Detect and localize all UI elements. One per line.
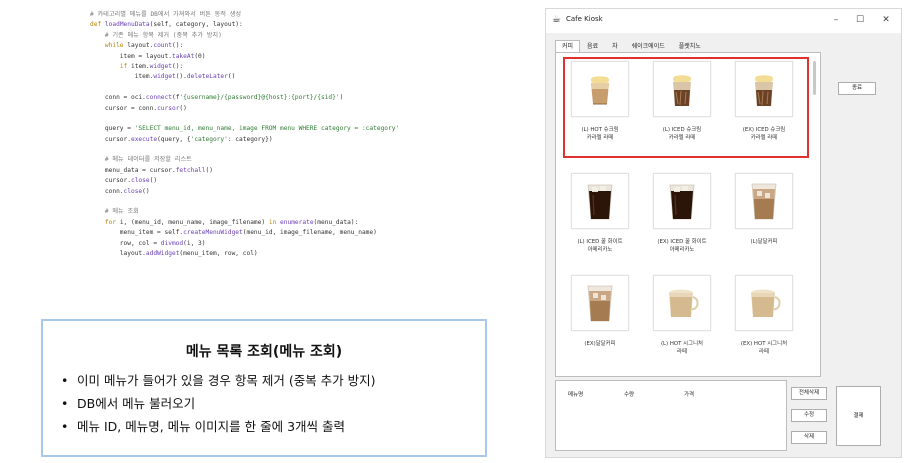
menu-item[interactable]: (EX)달달커피 xyxy=(568,275,632,349)
code-line: cursor.execute(query, {'category': categ… xyxy=(90,135,273,143)
menu-item-image[interactable] xyxy=(571,173,629,229)
menu-item-image[interactable] xyxy=(735,61,793,117)
order-header-name: 메뉴명 xyxy=(568,392,584,398)
code-line: conn.close() xyxy=(90,187,150,195)
menu-item[interactable]: (L) ICED 슈크림 카라멜 라떼 xyxy=(650,61,714,142)
summary-item: • 이미 메뉴가 들어가 있을 경우 항목 제거 (중복 추가 방지) xyxy=(61,369,485,392)
menu-item-image[interactable] xyxy=(571,275,629,331)
category-tabs: 커피 음료 차 쉐이크에이드 플랫치노 xyxy=(555,40,708,52)
summary-list: • 이미 메뉴가 들어가 있을 경우 항목 제거 (중복 추가 방지) • DB에서… xyxy=(61,369,485,438)
menu-item[interactable]: (EX) ICED 슈크림 카라멜 라떼 xyxy=(732,61,796,142)
menu-item-label: (L) HOT 슈크림 카라멜 라떼 xyxy=(581,127,619,141)
menu-item-label: (EX) HOT 시그니처 라떼 xyxy=(740,341,788,355)
code-line: while layout.count(): xyxy=(104,42,184,50)
code-line: row, col = divmod(i, 3) xyxy=(90,239,206,247)
menu-item[interactable]: (L) ICED 꿀 화이트 아메리카노 xyxy=(568,173,632,254)
bullet: • xyxy=(61,373,69,388)
tab-coffee[interactable]: 커피 xyxy=(555,40,581,52)
menu-item-image[interactable] xyxy=(735,173,793,229)
order-header-qty: 수량 xyxy=(624,392,635,398)
code-line: # 메뉴 데이터를 저장할 리스트 xyxy=(90,156,192,164)
coffee-cup-icon: ☕ xyxy=(552,14,561,25)
scrollbar[interactable] xyxy=(813,61,816,95)
menu-item[interactable]: (L) HOT 슈크림 카라멜 라떼 xyxy=(568,61,632,142)
bullet: • xyxy=(61,396,69,411)
menu-grid-panel: (L) HOT 슈크림 카라멜 라떼 (L) ICED 슈크림 카라멜 라떼 (EX… xyxy=(555,52,821,377)
tab-tea[interactable]: 차 xyxy=(605,40,625,52)
code-line: cursor.close() xyxy=(90,177,158,185)
code-line: if item.widget(): xyxy=(119,62,184,70)
menu-item-image[interactable] xyxy=(571,61,629,117)
summary-item: • 메뉴 ID, 메뉴명, 메뉴 이미지를 한 줄에 3개씩 출력 xyxy=(61,415,485,438)
menu-item-label: (L) ICED 슈크림 카라멜 라떼 xyxy=(662,127,702,141)
summary-item-text: DB에서 메뉴 불러오기 xyxy=(77,396,196,411)
menu-item-label: (L) ICED 꿀 화이트 아메리카노 xyxy=(577,239,623,253)
code-line: item = layout.takeAt(0) xyxy=(90,52,206,60)
menu-item-label: (EX) ICED 꿀 화이트 아메리카노 xyxy=(657,239,707,253)
code-line: query = 'SELECT menu_id, menu_name, imag… xyxy=(90,125,400,133)
code-line: # 카테고리별 메뉴를 DB에서 가져와서 버튼 동적 생성 xyxy=(90,11,242,18)
delete-all-button[interactable]: 전체삭제 xyxy=(791,387,827,400)
tab-shake-ade[interactable]: 쉐이크에이드 xyxy=(625,40,672,52)
order-list: 메뉴명 수량 가격 xyxy=(555,380,787,451)
code-line: def loadMenuData(self, category, layout)… xyxy=(90,21,243,29)
delete-button[interactable]: 삭제 xyxy=(791,431,827,444)
code-line: menu_item = self.createMenuWidget(menu_i… xyxy=(90,229,377,237)
exit-button[interactable]: 종료 xyxy=(838,82,876,95)
menu-item-image[interactable] xyxy=(735,275,793,331)
title-bar: ☕ Cafe Kiosk – ☐ ✕ xyxy=(546,9,901,33)
code-line: # 기존 메뉴 항목 제거 (중복 추가 방지) xyxy=(90,31,222,39)
menu-item-label: (EX) ICED 슈크림 카라멜 라떼 xyxy=(742,127,786,141)
menu-item-label: (L)달달커피 xyxy=(750,239,778,245)
minimize-button[interactable]: – xyxy=(826,12,846,28)
bullet: • xyxy=(61,419,69,434)
order-header-price: 가격 xyxy=(684,392,695,398)
code-line: menu_data = cursor.fetchall() xyxy=(90,166,213,174)
menu-item-label: (L) HOT 시그니처 라떼 xyxy=(660,341,704,355)
code-listing: # 카테고리별 메뉴를 DB에서 가져와서 버튼 동적 생성 def loadMe… xyxy=(90,10,530,259)
code-line: cursor = conn.cursor() xyxy=(90,104,187,112)
menu-item[interactable]: (L) HOT 시그니처 라떼 xyxy=(650,275,714,356)
edit-button[interactable]: 수정 xyxy=(791,409,827,422)
summary-item: • DB에서 메뉴 불러오기 xyxy=(61,392,485,415)
code-line: layout.addWidget(menu_item, row, col) xyxy=(90,249,258,257)
menu-item-image[interactable] xyxy=(653,173,711,229)
code-line: conn = oci.connect(f'{username}/{passwor… xyxy=(90,94,344,102)
menu-item[interactable]: (EX) ICED 꿀 화이트 아메리카노 xyxy=(650,173,714,254)
code-line: for i, (menu_id, menu_name, image_filena… xyxy=(104,218,359,226)
menu-item[interactable]: (L)달달커피 xyxy=(732,173,796,247)
summary-item-text: 이미 메뉴가 들어가 있을 경우 항목 제거 (중복 추가 방지) xyxy=(77,373,376,388)
code-line: # 메뉴 조회 xyxy=(90,208,139,216)
summary-title: 메뉴 목록 조회(메뉴 조회) xyxy=(185,344,343,360)
kiosk-window: ☕ Cafe Kiosk – ☐ ✕ 커피 음료 차 쉐이크에이드 플랫치노 (… xyxy=(545,8,902,458)
menu-item-image[interactable] xyxy=(653,61,711,117)
menu-item-image[interactable] xyxy=(653,275,711,331)
summary-item-text: 메뉴 ID, 메뉴명, 메뉴 이미지를 한 줄에 3개씩 출력 xyxy=(77,419,345,434)
menu-item[interactable]: (EX) HOT 시그니처 라떼 xyxy=(732,275,796,356)
tab-beverage[interactable]: 음료 xyxy=(580,40,605,52)
tab-frappuccino[interactable]: 플랫치노 xyxy=(672,40,708,52)
close-button[interactable]: ✕ xyxy=(876,12,896,28)
pay-button[interactable]: 결제 xyxy=(836,386,881,446)
code-line: item.widget().deleteLater() xyxy=(90,73,236,81)
maximize-button[interactable]: ☐ xyxy=(850,12,870,28)
menu-item-label: (EX)달달커피 xyxy=(584,341,616,347)
window-title: Cafe Kiosk xyxy=(566,15,603,23)
summary-box: 메뉴 목록 조회(메뉴 조회) • 이미 메뉴가 들어가 있을 경우 항목 제거 … xyxy=(41,319,487,457)
